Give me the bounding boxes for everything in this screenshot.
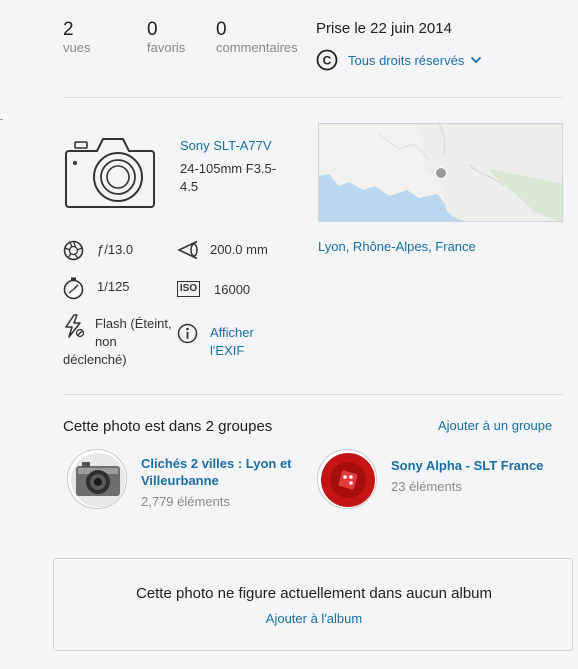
- divider-top: [63, 97, 563, 98]
- add-to-album-link[interactable]: Ajouter à l'album: [266, 611, 362, 626]
- shutter-speed-icon: [63, 277, 84, 300]
- show-exif-line-2[interactable]: l'EXIF: [210, 342, 244, 360]
- flash-line-1: Flash (Éteint,: [95, 316, 172, 331]
- copyright-icon: C: [316, 49, 338, 71]
- location-map[interactable]: [318, 123, 563, 222]
- album-panel: Cette photo ne figure actuellement dans …: [53, 558, 573, 651]
- group-2-count: 23 éléments: [391, 479, 462, 494]
- group-1-name-line-1[interactable]: Clichés 2 villes : Lyon et: [141, 456, 292, 471]
- map-graphic: [319, 124, 562, 221]
- group-2-avatar[interactable]: [317, 449, 377, 509]
- group-1-camera-image: [71, 453, 125, 507]
- focal-length-icon: [177, 240, 198, 260]
- shutter-speed-value: 1/125: [97, 279, 130, 294]
- group-2-logo-image: [321, 453, 375, 507]
- group-1-name-line-2[interactable]: Villeurbanne: [141, 473, 219, 488]
- license-selector[interactable]: C Tous droits réservés: [316, 48, 482, 72]
- flash-line-2: non: [95, 334, 117, 349]
- lens-line-2: 4.5: [180, 179, 199, 194]
- edge-marker: [0, 119, 3, 120]
- divider-middle: [63, 394, 563, 395]
- stat-comments: 0 commentaires: [216, 20, 298, 56]
- stat-favorites-label: favoris: [147, 40, 186, 55]
- flash-line-3: déclenché): [63, 352, 127, 367]
- camera-model-link[interactable]: Sony SLT-A77V: [180, 138, 272, 153]
- iso-badge-label: ISO: [179, 283, 198, 294]
- flash-icon: [65, 314, 85, 338]
- aperture-value: ƒ/13.0: [97, 242, 134, 257]
- location-link[interactable]: Lyon, Rhône-Alpes, France: [318, 239, 476, 254]
- lens-line-1: 24-105mm F3.5-: [180, 161, 277, 176]
- chevron-down-icon: [471, 56, 482, 64]
- iso-value: 16000: [214, 282, 251, 297]
- camera-icon: [65, 138, 155, 208]
- group-1-count: 2,779 éléments: [141, 494, 230, 509]
- stat-views: 2 vues: [63, 20, 90, 56]
- iso-badge-icon: ISO: [177, 281, 200, 297]
- stat-comments-value: 0: [216, 19, 227, 40]
- stat-comments-label: commentaires: [216, 40, 298, 55]
- license-label: Tous droits réservés: [348, 52, 465, 68]
- aperture-icon: [63, 240, 84, 261]
- date-taken: Prise le 22 juin 2014: [316, 20, 452, 37]
- stat-favorites: 0 favoris: [147, 20, 185, 56]
- show-exif-line-1[interactable]: Afficher: [210, 324, 254, 342]
- info-icon[interactable]: [177, 323, 198, 344]
- stat-views-value: 2: [63, 19, 74, 40]
- stat-favorites-value: 0: [147, 19, 158, 40]
- focal-length-value: 200.0 mm: [210, 242, 268, 257]
- group-1-avatar[interactable]: [67, 449, 127, 509]
- add-to-album-wrap: Ajouter à l'album: [54, 610, 574, 628]
- group-2-name[interactable]: Sony Alpha - SLT France: [391, 458, 543, 473]
- stat-views-label: vues: [63, 40, 91, 55]
- album-message: Cette photo ne figure actuellement dans …: [135, 585, 493, 602]
- groups-heading: Cette photo est dans 2 groupes: [63, 418, 273, 435]
- svg-text:C: C: [323, 54, 332, 68]
- add-to-group-link[interactable]: Ajouter à un groupe: [438, 418, 552, 433]
